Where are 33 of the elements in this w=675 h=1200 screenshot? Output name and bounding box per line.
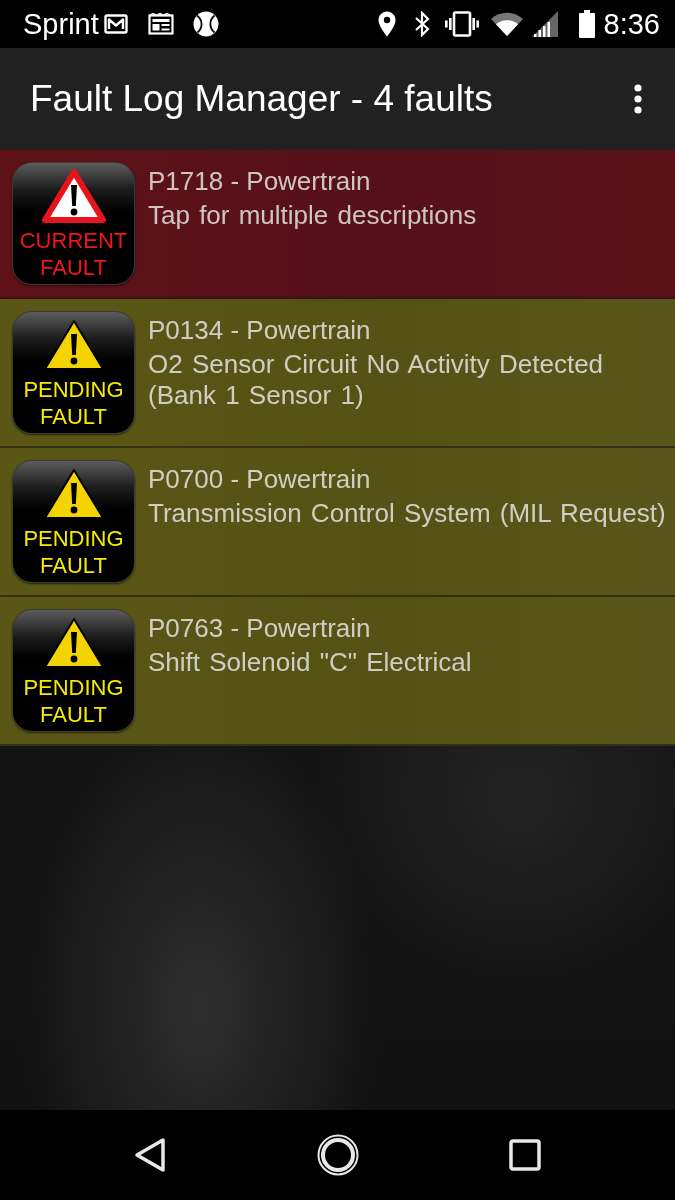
fault-code: P1718 - Powertrain — [148, 165, 372, 197]
fault-row[interactable]: PENDING FAULT P0700 - Powertrain Transmission Control System (MIL Request) — [0, 448, 675, 597]
app-title: Fault Log Manager - 4 faults — [30, 77, 493, 121]
vibrate-icon — [444, 11, 479, 37]
fault-row[interactable]: CURRENT FAULT P1718 - Powertrain Tap for multiple descriptions — [0, 150, 675, 299]
badge-label: PENDING FAULT — [22, 674, 125, 728]
bluetooth-icon — [413, 11, 430, 37]
badge-label: CURRENT FAULT — [18, 227, 129, 281]
location-pin-icon — [377, 11, 396, 37]
fault-description: Shift Solenoid "C" Electrical — [148, 647, 473, 678]
battery-icon — [578, 10, 595, 38]
home-icon[interactable] — [316, 1134, 359, 1176]
recents-icon[interactable] — [509, 1139, 541, 1171]
back-icon[interactable] — [134, 1137, 166, 1173]
fault-description: Transmission Control System (MIL Request) — [148, 498, 667, 529]
warning-icon — [41, 168, 106, 224]
mail-icon — [103, 14, 128, 34]
fault-code: P0700 - Powertrain — [148, 463, 372, 495]
overflow-menu-icon[interactable] — [633, 84, 643, 114]
fault-code: P0763 - Powertrain — [148, 612, 372, 644]
badge-label: PENDING FAULT — [22, 525, 125, 579]
wifi-icon — [490, 12, 523, 36]
fault-description: O2 Sensor Circuit No Activity Detected (Bank 1 Sensor 1) — [148, 349, 605, 411]
newspaper-icon — [147, 13, 174, 35]
fault-code: P0134 - Powertrain — [148, 314, 372, 346]
ball-icon — [192, 11, 219, 37]
signal-icon — [531, 11, 558, 37]
fault-row[interactable]: PENDING FAULT P0134 - Powertrain O2 Sensor Circuit No Activity Detected (Bank 1 Sensor 1) — [0, 299, 675, 448]
carrier-name: Sprint — [23, 8, 99, 40]
fault-description: Tap for multiple descriptions — [148, 200, 478, 231]
fault-row[interactable]: PENDING FAULT P0763 - Powertrain Shift Solenoid "C" Electrical — [0, 597, 675, 746]
badge-label: PENDING FAULT — [22, 376, 125, 430]
clock-time: 8:36 — [603, 8, 660, 40]
